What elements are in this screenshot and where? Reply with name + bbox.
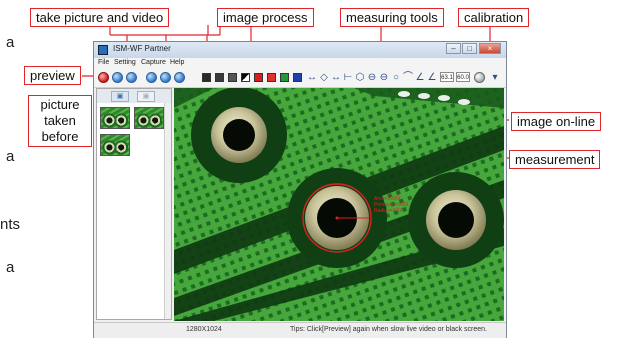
- parallel-measure-icon[interactable]: ⊢: [343, 72, 353, 83]
- callout-image-on-line: image on-line: [511, 112, 602, 131]
- callout-measurement: measurement: [509, 150, 601, 169]
- callout-calibration: calibration: [458, 8, 530, 27]
- record-video-button[interactable]: [126, 72, 137, 83]
- status-resolution: 1280X1024: [186, 326, 222, 333]
- green-channel-button[interactable]: [280, 73, 289, 82]
- image-process-button[interactable]: [228, 73, 237, 82]
- panel-scrollbar[interactable]: [164, 103, 171, 319]
- toolbar: ↔ ◇ ↔ ⊢ ⬡ ⊖ ⊖ ○ ⌒ ∠ ∠ 63.1 60.0 ▾: [94, 69, 506, 88]
- image-process-button[interactable]: [202, 73, 211, 82]
- capture-tool-button[interactable]: [174, 72, 185, 83]
- scale-field[interactable]: 60.0: [456, 72, 470, 82]
- title-bar: ISM-WF Partner – □ ×: [94, 42, 506, 58]
- capture-tool-button[interactable]: [146, 72, 157, 83]
- menu-capture[interactable]: Capture: [141, 59, 166, 66]
- callout-measuring-tools: measuring tools: [340, 8, 444, 27]
- take-picture-button[interactable]: [112, 72, 123, 83]
- minimize-button[interactable]: –: [446, 43, 461, 54]
- preview-button[interactable]: [98, 72, 109, 83]
- line-measure-icon[interactable]: ↔: [307, 72, 317, 83]
- status-tip: Tips: Click[Preview] again when slow liv…: [290, 326, 487, 333]
- tab-pictures[interactable]: ▣: [111, 91, 129, 102]
- menu-file[interactable]: File: [98, 59, 109, 66]
- image-process-button[interactable]: [215, 73, 224, 82]
- polygon-measure-icon[interactable]: ⬡: [355, 72, 365, 83]
- image-process-button[interactable]: [241, 73, 250, 82]
- window-title: ISM-WF Partner: [113, 44, 171, 53]
- line-measure-icon[interactable]: ↔: [331, 72, 341, 83]
- pcb-microscope-image: [174, 88, 504, 321]
- measurement-readout: Area=XXXX Perimeter=XXX Radius=XXX: [374, 196, 409, 214]
- red-channel-button[interactable]: [267, 73, 276, 82]
- menu-help[interactable]: Help: [170, 59, 184, 66]
- callout-preview: preview: [24, 66, 81, 85]
- status-bar: 1280X1024 Tips: Click[Preview] again whe…: [94, 322, 506, 338]
- picture-thumbnail[interactable]: [134, 107, 164, 129]
- side-text-fragment: a: [6, 148, 15, 165]
- close-button[interactable]: ×: [479, 43, 501, 54]
- capture-tool-button[interactable]: [160, 72, 171, 83]
- calibration-button[interactable]: [474, 72, 485, 83]
- red-channel-button[interactable]: [254, 73, 263, 82]
- side-text-fragment: a: [6, 34, 15, 51]
- angle-measure-icon[interactable]: ∠: [415, 72, 425, 83]
- angle-measure-icon[interactable]: ∠: [427, 72, 437, 83]
- callout-picture-taken-before: picture taken before: [28, 95, 92, 147]
- callout-line: picture: [40, 97, 80, 112]
- picture-list-panel: ▣ ▣: [96, 88, 172, 320]
- chevron-down-icon[interactable]: ▾: [490, 72, 500, 83]
- menu-setting[interactable]: Setting: [114, 59, 136, 66]
- tab-videos[interactable]: ▣: [137, 91, 155, 102]
- callout-take-picture-and-video: take picture and video: [30, 8, 170, 27]
- app-window: ISM-WF Partner – □ × File Setting Captur…: [93, 41, 507, 338]
- picture-thumbnail[interactable]: [100, 107, 130, 129]
- circle-measure-icon[interactable]: ○: [391, 72, 401, 83]
- panel-tabs: ▣ ▣: [97, 89, 171, 103]
- maximize-button[interactable]: □: [462, 43, 477, 54]
- side-text-fragment: nts: [0, 216, 21, 233]
- callout-line: before: [41, 129, 79, 144]
- live-image-view[interactable]: Area=XXXX Perimeter=XXX Radius=XXX: [174, 88, 504, 321]
- circle-measure-icon[interactable]: ⊖: [379, 72, 389, 83]
- callout-image-process: image process: [217, 8, 314, 27]
- circle-measure-icon[interactable]: ⊖: [367, 72, 377, 83]
- point-measure-icon[interactable]: ◇: [319, 72, 329, 83]
- picture-thumbnail[interactable]: [100, 134, 130, 156]
- blue-channel-button[interactable]: [293, 73, 302, 82]
- scale-field[interactable]: 63.1: [440, 72, 454, 82]
- measurement-radius: Radius=XXX: [374, 208, 403, 214]
- menu-bar: File Setting Capture Help: [94, 58, 506, 69]
- app-logo-icon: [98, 45, 108, 55]
- arc-measure-icon[interactable]: ⌒: [403, 72, 413, 83]
- side-text-fragment: a: [6, 259, 15, 276]
- callout-line: taken: [44, 113, 76, 128]
